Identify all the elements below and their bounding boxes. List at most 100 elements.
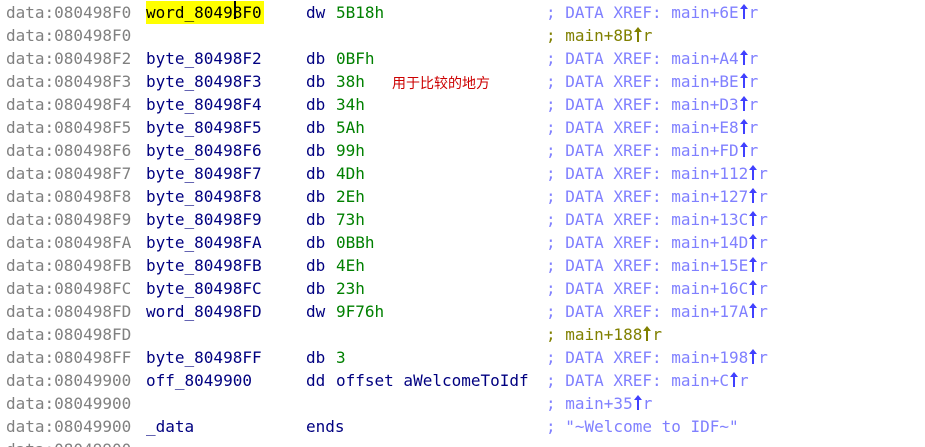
directive: db: [306, 279, 326, 298]
listing-line[interactable]: data:080498F2 byte_80498F2 db 0BFh ; DATA XR…: [0, 47, 925, 70]
label-name[interactable]: byte_80498F7: [146, 162, 262, 185]
xref-up-arrow-icon[interactable]: [749, 211, 758, 226]
xref-comment[interactable]: ; DATA XREF: main+17A r: [546, 300, 768, 323]
directive: db: [306, 233, 326, 252]
label-name[interactable]: byte_80498FA: [146, 231, 262, 254]
address: data:080498FD: [6, 325, 132, 344]
listing-line[interactable]: data:080498FB byte_80498FB db 4Eh ; DATA XRE…: [0, 254, 925, 277]
xref-comment[interactable]: ; DATA XREF: main+D3 r: [546, 93, 758, 116]
comment-text: ; DATA XREF: main+13C: [546, 210, 749, 229]
listing-line[interactable]: data:080498FF byte_80498FF db 3 ; DATA XREF:…: [0, 346, 925, 369]
directive: ends: [306, 417, 345, 436]
xref-up-arrow-icon[interactable]: [739, 73, 749, 88]
listing-line[interactable]: data:080498F7 byte_80498F7 db 4Dh ; DATA XRE…: [0, 162, 925, 185]
xref-up-arrow-icon[interactable]: [749, 349, 758, 364]
address: data:080498F0: [6, 3, 132, 22]
listing-line[interactable]: data:08049900 ; main+35 r: [0, 392, 925, 415]
label-name[interactable]: byte_80498F2: [146, 47, 262, 70]
xref-comment[interactable]: ; DATA XREF: main+112 r: [546, 162, 768, 185]
address: data:08049900: [6, 371, 132, 390]
listing-line[interactable]: data:080498F5 byte_80498F5 db 5Ah ; DATA XRE…: [0, 116, 925, 139]
listing-line[interactable]: data:08049900 _data ends ; "~Welcome to IDF…: [0, 415, 925, 438]
xref-up-arrow-icon[interactable]: [749, 165, 758, 180]
xref-up-arrow-icon[interactable]: [643, 326, 652, 341]
xref-up-arrow-icon[interactable]: [730, 372, 739, 387]
xref-comment[interactable]: ; DATA XREF: main+15E r: [546, 254, 768, 277]
xref-comment[interactable]: ; DATA XREF: main+16C r: [546, 277, 768, 300]
operand: 4Dh: [336, 164, 365, 183]
listing-line[interactable]: data:080498FC byte_80498FC db 23h ; DATA XRE…: [0, 277, 925, 300]
xref-up-arrow-icon[interactable]: [739, 142, 749, 157]
label-name[interactable]: byte_80498F9: [146, 208, 262, 231]
xref-type: r: [748, 118, 759, 137]
xref-type: r: [758, 187, 768, 206]
xref-up-arrow-icon[interactable]: [749, 188, 758, 203]
xref-comment[interactable]: ; "~Welcome to IDF~": [546, 415, 739, 438]
label-name[interactable]: word_80498FD: [146, 300, 262, 323]
listing-line[interactable]: data:080498FD word_80498FD dw 9F76h ; DATA X…: [0, 300, 925, 323]
xref-up-arrow-icon[interactable]: [739, 50, 749, 65]
label-name[interactable]: word_80498F0: [146, 1, 264, 24]
label-name[interactable]: byte_80498F4: [146, 93, 262, 116]
listing-line[interactable]: data:08049900: [0, 438, 925, 447]
xref-type: r: [748, 49, 759, 68]
xref-comment[interactable]: ; DATA XREF: main+6E r: [546, 1, 758, 24]
xref-comment[interactable]: ; DATA XREF: main+A4 r: [546, 47, 758, 70]
xref-up-arrow-icon[interactable]: [633, 395, 643, 410]
label-name[interactable]: byte_80498F5: [146, 116, 262, 139]
listing-line[interactable]: data:080498F4 byte_80498F4 db 34h ; DATA XRE…: [0, 93, 925, 116]
directive: db: [306, 141, 326, 160]
xref-up-arrow-icon[interactable]: [749, 303, 758, 318]
disassembly-view[interactable]: data:080498F0 word_80498F0 dw 5B18h; DATA X…: [0, 0, 925, 447]
comment-text: ; DATA XREF: main+A4: [546, 49, 739, 68]
xref-comment[interactable]: ; DATA XREF: main+BE r: [546, 70, 758, 93]
directive: db: [306, 95, 326, 114]
xref-type: r: [642, 26, 653, 45]
xref-up-arrow-icon[interactable]: [749, 257, 758, 272]
xref-up-arrow-icon[interactable]: [739, 96, 749, 111]
label-name[interactable]: byte_80498F8: [146, 185, 262, 208]
comment-text: ; DATA XREF: main+127: [546, 187, 749, 206]
address: data:080498F6: [6, 141, 132, 160]
xref-comment[interactable]: ; DATA XREF: main+198 r: [546, 346, 768, 369]
operand[interactable]: offset aWelcomeToIdf: [336, 369, 529, 392]
comment-text: ; "~Welcome to IDF~": [546, 417, 739, 436]
xref-up-arrow-icon[interactable]: [749, 280, 758, 295]
xref-comment[interactable]: ; DATA XREF: main+127 r: [546, 185, 768, 208]
xref-comment[interactable]: ; main+35 r: [546, 392, 652, 415]
listing-line[interactable]: data:080498F0 word_80498F0 dw 5B18h ; DATA X…: [0, 1, 925, 24]
listing-line[interactable]: data:080498F0 ; main+8B r: [0, 24, 925, 47]
xref-up-arrow-icon[interactable]: [739, 4, 749, 19]
text-cursor: [234, 1, 236, 19]
xref-type: r: [652, 325, 662, 344]
xref-up-arrow-icon[interactable]: [633, 27, 643, 42]
listing-line[interactable]: data:080498F6 byte_80498F6 db 99h ; DATA XRE…: [0, 139, 925, 162]
xref-comment[interactable]: ; DATA XREF: main+FD r: [546, 139, 758, 162]
label-name[interactable]: _data: [146, 415, 194, 438]
xref-comment[interactable]: ; main+8B r: [546, 24, 652, 47]
listing-line[interactable]: data:080498FD ; main+188 r: [0, 323, 925, 346]
xref-up-arrow-icon[interactable]: [739, 119, 749, 134]
xref-comment[interactable]: ; DATA XREF: main+C r: [546, 369, 749, 392]
listing-line[interactable]: data:08049900 off_8049900 dd offset aWelcom…: [0, 369, 925, 392]
label-name[interactable]: byte_80498F6: [146, 139, 262, 162]
xref-comment[interactable]: ; DATA XREF: main+13C r: [546, 208, 768, 231]
label-name[interactable]: byte_80498FC: [146, 277, 262, 300]
xref-type: r: [642, 394, 653, 413]
comment-text: ; DATA XREF: main+112: [546, 164, 749, 183]
xref-up-arrow-icon[interactable]: [749, 234, 758, 249]
xref-type: r: [758, 210, 768, 229]
xref-comment[interactable]: ; DATA XREF: main+E8 r: [546, 116, 758, 139]
label-name[interactable]: byte_80498FF: [146, 346, 262, 369]
xref-type: r: [758, 279, 768, 298]
xref-comment[interactable]: ; DATA XREF: main+14D r: [546, 231, 768, 254]
comment-text: ; DATA XREF: main+6E: [546, 3, 739, 22]
listing-line[interactable]: data:080498F9 byte_80498F9 db 73h ; DATA XRE…: [0, 208, 925, 231]
label-name[interactable]: off_8049900: [146, 369, 252, 392]
xref-type: r: [758, 233, 768, 252]
xref-comment[interactable]: ; main+188 r: [546, 323, 662, 346]
label-name[interactable]: byte_80498F3: [146, 70, 262, 93]
listing-line[interactable]: data:080498FA byte_80498FA db 0BBh ; DATA XR…: [0, 231, 925, 254]
listing-line[interactable]: data:080498F8 byte_80498F8 db 2Eh ; DATA XRE…: [0, 185, 925, 208]
label-name[interactable]: byte_80498FB: [146, 254, 262, 277]
